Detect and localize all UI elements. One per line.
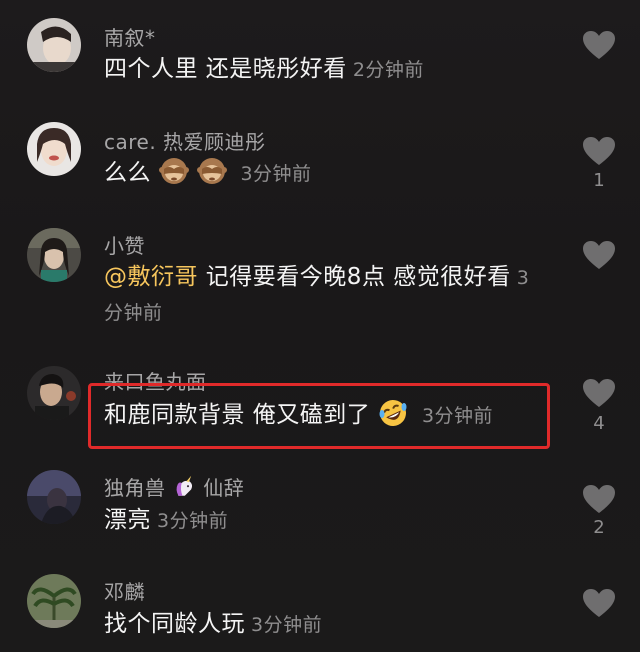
avatar[interactable] <box>27 574 81 628</box>
username[interactable]: 小赞 <box>104 230 145 259</box>
like-count: 4 <box>593 413 605 434</box>
comment-text: 找个同龄人玩 3分钟前 <box>104 607 544 642</box>
comment-text: 四个人里 还是晓彤好看 2分钟前 <box>104 52 544 87</box>
avatar[interactable] <box>27 122 81 176</box>
avatar[interactable] <box>27 228 81 282</box>
heart-icon[interactable] <box>582 136 616 166</box>
username[interactable]: care. 热爱顾迪彤 <box>104 126 266 155</box>
heart-icon[interactable] <box>582 240 616 270</box>
comment-body: 记得要看今晚8点 感觉很好看 <box>198 264 511 290</box>
like-count: 2 <box>593 517 605 538</box>
avatar[interactable] <box>27 470 81 524</box>
heart-icon[interactable] <box>582 30 616 60</box>
comment-text: 漂亮 3分钟前 <box>104 503 544 538</box>
comment-text: 么么 3分钟前 <box>104 156 544 191</box>
heart-icon[interactable] <box>582 588 616 618</box>
heart-icon[interactable] <box>582 484 616 514</box>
username[interactable]: 邓麟 <box>104 576 145 605</box>
heart-icon[interactable] <box>582 378 616 408</box>
username-prefix: 独角兽 <box>104 476 166 500</box>
timestamp: 2分钟前 <box>352 59 424 81</box>
mention-link[interactable]: @敷衍哥 <box>104 264 198 290</box>
comment-body: 么么 <box>104 160 151 186</box>
see-no-evil-monkey-icon <box>196 158 227 184</box>
avatar[interactable] <box>27 366 81 420</box>
comment-text: @敷衍哥 记得要看今晚8点 感觉很好看 3分钟前 <box>104 260 544 330</box>
avatar[interactable] <box>27 18 81 72</box>
like-count: 1 <box>593 170 605 191</box>
see-no-evil-monkey-icon <box>158 158 189 184</box>
comment-body: 漂亮 <box>104 507 151 533</box>
comment-body: 四个人里 还是晓彤好看 <box>104 56 347 82</box>
timestamp: 3分钟前 <box>157 510 229 532</box>
timestamp: 3分钟前 <box>240 163 312 185</box>
username[interactable]: 独角兽 仙辞 <box>104 472 244 501</box>
highlight-box <box>88 383 550 449</box>
username[interactable]: 南叙* <box>104 22 156 51</box>
unicorn-icon <box>176 475 193 496</box>
timestamp: 3分钟前 <box>251 614 323 636</box>
comment-body: 找个同龄人玩 <box>104 611 245 637</box>
username-suffix: 仙辞 <box>203 476 245 500</box>
